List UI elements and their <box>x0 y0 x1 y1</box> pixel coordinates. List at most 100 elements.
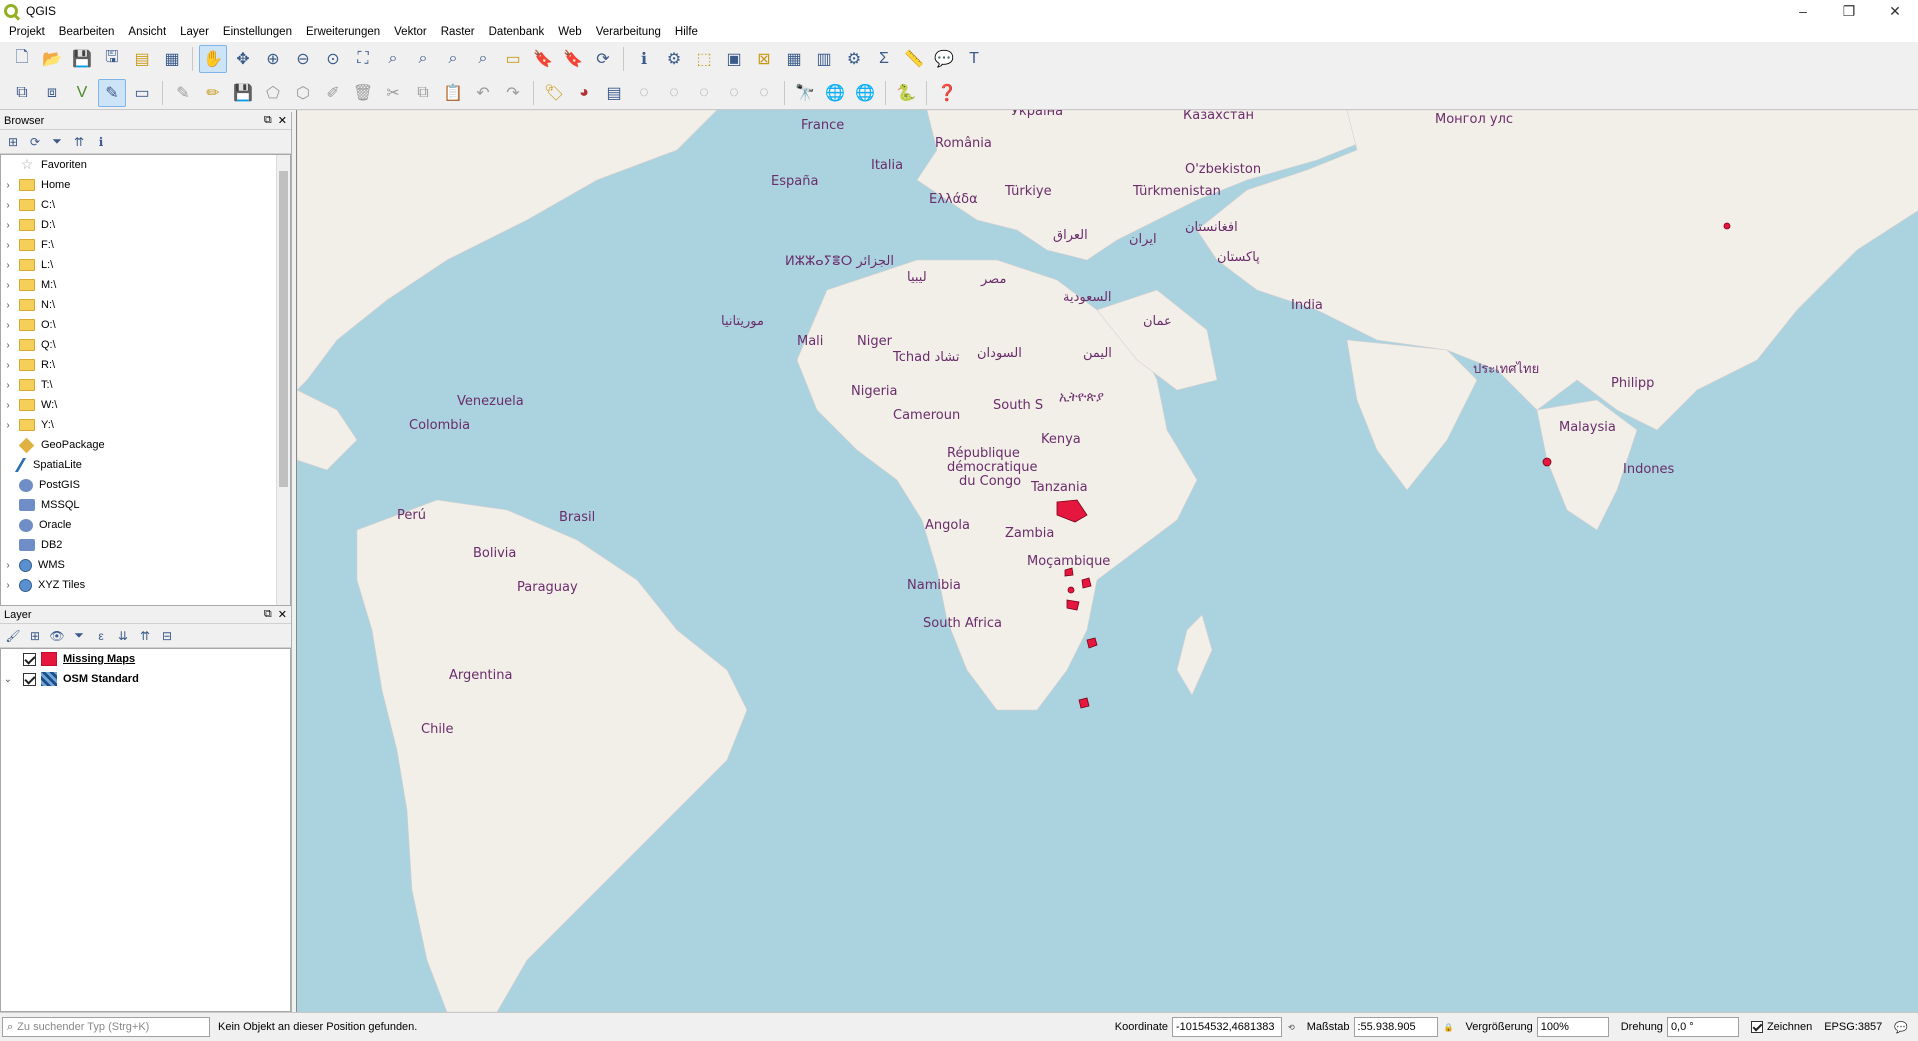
processing-toolbox-icon[interactable]: ⚙ <box>840 45 868 73</box>
chevron-right-icon[interactable]: › <box>1 560 15 571</box>
browser-item-y[interactable]: › Y:\ <box>1 415 290 435</box>
new-map-view-icon[interactable]: ▭ <box>499 45 527 73</box>
diagram-tool-icon[interactable]: ◕ <box>570 79 598 107</box>
browser-item-t[interactable]: › T:\ <box>1 375 290 395</box>
collapse-all-icon[interactable]: ⇈ <box>136 627 154 645</box>
menu-verarbeitung[interactable]: Verarbeitung <box>589 26 668 38</box>
menu-ansicht[interactable]: Ansicht <box>121 26 173 38</box>
browser-item-favoriten[interactable]: ☆ Favoriten <box>1 155 290 175</box>
layer-visibility-checkbox[interactable] <box>23 672 36 686</box>
minimize-button[interactable]: – <box>1780 0 1826 22</box>
zoom-to-layer-icon[interactable]: ⌕ <box>409 45 437 73</box>
expand-all-icon[interactable]: ⇊ <box>114 627 132 645</box>
chevron-right-icon[interactable]: › <box>1 200 15 211</box>
browser-item-q[interactable]: › Q:\ <box>1 335 290 355</box>
browser-item-o[interactable]: › O:\ <box>1 315 290 335</box>
browser-item-spatialite[interactable]: SpatiaLite <box>1 455 290 475</box>
chevron-right-icon[interactable]: › <box>1 320 15 331</box>
browser-item-c[interactable]: › C:\ <box>1 195 290 215</box>
menu-bearbeiten[interactable]: Bearbeiten <box>52 26 122 38</box>
menu-einstellungen[interactable]: Einstellungen <box>216 26 299 38</box>
browser-item-xyz-tiles[interactable]: › XYZ Tiles <box>1 575 290 595</box>
zoom-in-icon[interactable]: ⊕ <box>259 45 287 73</box>
pin-label-icon[interactable]: ◌ <box>630 79 658 107</box>
label-tool-icon[interactable]: 🏷 <box>540 79 568 107</box>
select-by-value-icon[interactable]: ▣ <box>720 45 748 73</box>
show-hide-label-icon[interactable]: ◌ <box>660 79 688 107</box>
refresh-icon[interactable]: ⟳ <box>589 45 617 73</box>
identify-features-icon[interactable]: ℹ <box>630 45 658 73</box>
layout-manager-icon[interactable]: ▦ <box>158 45 186 73</box>
new-geopackage-layer-icon[interactable]: ⧈ <box>38 79 66 107</box>
browser-item-l[interactable]: › L:\ <box>1 255 290 275</box>
chevron-right-icon[interactable]: › <box>1 380 15 391</box>
menu-hilfe[interactable]: Hilfe <box>668 26 705 38</box>
browser-item-m[interactable]: › M:\ <box>1 275 290 295</box>
properties-icon[interactable]: ℹ <box>92 133 110 151</box>
chevron-right-icon[interactable]: › <box>1 280 15 291</box>
vertex-tool-icon[interactable]: ⬡ <box>289 79 317 107</box>
magnifier-field[interactable]: 100% <box>1536 1017 1609 1037</box>
save-project-icon[interactable]: 💾 <box>68 45 96 73</box>
browser-item-wms[interactable]: › WMS <box>1 555 290 575</box>
browser-scrollbar[interactable] <box>276 155 290 605</box>
layer-visibility-checkbox[interactable] <box>23 652 36 666</box>
map-tips-icon[interactable]: 💬 <box>930 45 958 73</box>
filter-legend-icon[interactable]: ⏷ <box>70 627 88 645</box>
chevron-right-icon[interactable]: › <box>1 300 15 311</box>
menu-erweiterungen[interactable]: Erweiterungen <box>299 26 387 38</box>
rotation-field[interactable]: 0,0 ° <box>1666 1017 1739 1037</box>
refresh-browser-icon[interactable]: ⟳ <box>26 133 44 151</box>
new-bookmark-icon[interactable]: 🔖 <box>529 45 557 73</box>
statistical-summary-icon[interactable]: Σ <box>870 45 898 73</box>
browser-item-oracle[interactable]: Oracle <box>1 515 290 535</box>
menu-web[interactable]: Web <box>551 26 588 38</box>
toggle-extents-icon[interactable]: ⟲ <box>1288 1023 1295 1032</box>
close-panel-icon[interactable]: ✕ <box>278 114 287 127</box>
field-calculator-icon[interactable]: ▥ <box>810 45 838 73</box>
browser-item-w[interactable]: › W:\ <box>1 395 290 415</box>
chevron-right-icon[interactable]: › <box>1 220 15 231</box>
pan-map-icon[interactable]: ✋ <box>199 45 227 73</box>
browser-item-d[interactable]: › D:\ <box>1 215 290 235</box>
browser-item-home[interactable]: › Home <box>1 175 290 195</box>
menu-datenbank[interactable]: Datenbank <box>482 26 552 38</box>
chevron-right-icon[interactable]: › <box>1 260 15 271</box>
zoom-native-icon[interactable]: ⊙ <box>319 45 347 73</box>
browser-item-mssql[interactable]: MSSQL <box>1 495 290 515</box>
menu-vektor[interactable]: Vektor <box>387 26 434 38</box>
save-edits-icon[interactable]: 💾 <box>229 79 257 107</box>
new-project-icon[interactable]: 🗋 <box>8 45 36 73</box>
paste-features-icon[interactable]: 📋 <box>439 79 467 107</box>
copy-features-icon[interactable]: ⧉ <box>409 79 437 107</box>
change-label-icon[interactable]: ◌ <box>750 79 778 107</box>
redo-icon[interactable]: ↷ <box>499 79 527 107</box>
add-wms-layer-icon[interactable]: ▭ <box>128 79 156 107</box>
chevron-right-icon[interactable]: › <box>1 580 15 591</box>
attribute-table-icon[interactable]: ▦ <box>780 45 808 73</box>
toggle-editing-icon[interactable]: ✏ <box>199 79 227 107</box>
chevron-right-icon[interactable]: › <box>1 420 15 431</box>
new-print-layout-icon[interactable]: ▤ <box>128 45 156 73</box>
add-group-icon[interactable]: ⊞ <box>26 627 44 645</box>
collapse-all-icon[interactable]: ⇈ <box>70 133 88 151</box>
browser-item-geopackage[interactable]: GeoPackage <box>1 435 290 455</box>
highlight-label-icon[interactable]: ▤ <box>600 79 628 107</box>
help-icon[interactable]: ❓ <box>933 79 961 107</box>
run-feature-action-icon[interactable]: ⚙ <box>660 45 688 73</box>
undock-icon[interactable]: ⧉ <box>264 608 272 621</box>
browser-item-f[interactable]: › F:\ <box>1 235 290 255</box>
manage-map-themes-icon[interactable]: 👁 <box>48 627 66 645</box>
geocoding-icon[interactable]: 🌐 <box>821 79 849 107</box>
zoom-full-icon[interactable]: ⛶ <box>349 45 377 73</box>
add-selected-layers-icon[interactable]: ⊞ <box>4 133 22 151</box>
text-annotation-icon[interactable]: T <box>960 45 988 73</box>
digitize-icon[interactable]: ✎ <box>98 78 126 107</box>
globe-icon[interactable]: 🌐 <box>851 79 879 107</box>
data-source-manager-icon[interactable]: ⧉ <box>8 79 36 107</box>
select-features-icon[interactable]: ⬚ <box>690 45 718 73</box>
coordinate-field[interactable]: -10154532,4681383 <box>1172 1017 1282 1037</box>
scrollbar-thumb[interactable] <box>279 171 288 487</box>
pan-to-selection-icon[interactable]: ✥ <box>229 45 257 73</box>
chevron-down-icon[interactable]: ⌄ <box>1 674 15 685</box>
